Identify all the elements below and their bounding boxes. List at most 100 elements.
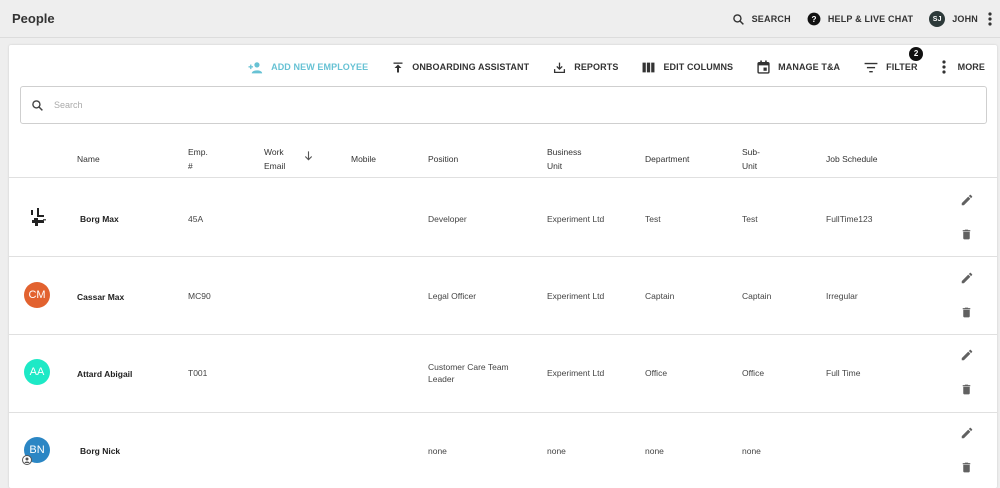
svg-text:?: ? — [811, 15, 816, 24]
employee-position-line1: Customer Care Team — [428, 362, 509, 372]
calendar-icon — [757, 60, 770, 74]
more-label: MORE — [957, 62, 985, 72]
more-button[interactable]: MORE — [941, 60, 985, 74]
help-chat-button[interactable]: ? HELP & LIVE CHAT — [807, 12, 913, 26]
employee-name[interactable]: Cassar Max — [77, 291, 124, 303]
delete-icon[interactable] — [960, 382, 973, 397]
table-header: Name Emp. # Work Email Mobile Position B… — [9, 140, 997, 178]
employee-sub-unit: Captain — [742, 291, 772, 301]
employee-sub-unit: Office — [742, 368, 765, 378]
help-icon: ? — [807, 12, 821, 26]
employee-emp-no: T001 — [188, 368, 208, 378]
employee-avatar: AA — [24, 359, 50, 385]
col-header-job-schedule[interactable]: Job Schedule — [826, 152, 878, 166]
user-name: JOHN — [952, 14, 978, 24]
manage-ta-button[interactable]: MANAGE T&A — [757, 60, 840, 74]
columns-icon — [642, 62, 655, 72]
toolbar: ADD NEW EMPLOYEE ONBOARDING ASSISTANT RE… — [223, 46, 985, 76]
col-header-position[interactable]: Position — [428, 152, 458, 166]
employee-position: Customer Care Team Leader — [428, 361, 509, 385]
employee-position: Developer — [428, 213, 467, 225]
col-header-sub-line1: Sub- — [742, 147, 760, 157]
status-icon — [22, 455, 32, 465]
employee-business-unit: none — [547, 446, 566, 456]
employee-emp-no: MC90 — [188, 291, 211, 301]
filter-count-badge: 2 — [909, 46, 924, 61]
kebab-icon — [941, 60, 946, 74]
onboarding-button[interactable]: ONBOARDING ASSISTANT — [392, 61, 529, 74]
col-header-business-unit[interactable]: Business Unit — [547, 145, 582, 173]
search-icon — [32, 99, 43, 111]
col-header-emp-no[interactable]: Emp. # — [188, 145, 208, 173]
employee-name[interactable]: Attard Abigail — [77, 368, 132, 380]
table-row[interactable]: BN Borg Nick none none none none — [9, 413, 997, 488]
add-employee-button[interactable]: ADD NEW EMPLOYEE — [247, 61, 368, 74]
search-button-label: SEARCH — [751, 14, 791, 24]
employee-name[interactable]: Borg Nick — [80, 445, 120, 457]
col-header-mobile[interactable]: Mobile — [351, 152, 376, 166]
kebab-icon — [988, 12, 992, 26]
employee-department: Test — [645, 214, 661, 224]
edit-icon[interactable] — [960, 193, 974, 207]
table-row[interactable]: AA Attard Abigail T001 Customer Care Tea… — [9, 335, 997, 413]
search-icon — [732, 13, 744, 25]
filter-label: FILTER — [886, 62, 918, 72]
employee-position-line1: Developer — [428, 214, 467, 224]
edit-icon[interactable] — [960, 426, 974, 440]
employee-job-schedule: Full Time — [826, 368, 861, 378]
table-row[interactable]: CM Cassar Max MC90 Legal Officer Experim… — [9, 257, 997, 335]
add-employee-label: ADD NEW EMPLOYEE — [271, 62, 369, 72]
employee-emp-no: 45A — [188, 214, 204, 224]
employee-avatar: CM — [24, 282, 50, 308]
edit-icon[interactable] — [960, 348, 974, 362]
edit-icon[interactable] — [960, 271, 974, 285]
edit-columns-button[interactable]: EDIT COLUMNS — [642, 62, 733, 73]
people-card: ADD NEW EMPLOYEE ONBOARDING ASSISTANT RE… — [9, 45, 997, 488]
table-row[interactable]: Borg Max 45A Developer Experiment Ltd Te… — [9, 179, 997, 257]
add-person-icon — [248, 61, 263, 73]
employee-business-unit: Experiment Ltd — [547, 214, 605, 224]
employee-sub-unit: none — [742, 446, 761, 456]
onboarding-label: ONBOARDING ASSISTANT — [412, 62, 530, 72]
col-header-emp-no-line1: Emp. — [188, 147, 208, 157]
col-header-department[interactable]: Department — [645, 152, 689, 166]
filter-button[interactable]: FILTER 2 — [864, 46, 924, 73]
employee-department: Office — [645, 368, 668, 378]
search-box[interactable] — [20, 86, 987, 124]
col-header-bu-line2: Unit — [547, 161, 563, 171]
employee-business-unit: Experiment Ltd — [547, 291, 605, 301]
user-avatar: SJ — [929, 11, 946, 27]
top-bar: People SEARCH ? HELP & LIVE CHAT SJ JOHN — [0, 0, 1000, 38]
sort-down-icon[interactable] — [303, 150, 314, 162]
delete-icon[interactable] — [960, 305, 973, 320]
employee-job-schedule: FullTime123 — [826, 214, 873, 224]
employee-position-line1: Legal Officer — [428, 291, 477, 301]
delete-icon[interactable] — [960, 227, 973, 242]
col-header-sub-line2: Unit — [742, 161, 758, 171]
search-button[interactable]: SEARCH — [732, 13, 791, 26]
page-title: People — [12, 11, 55, 26]
employee-position-line2: Leader — [428, 374, 455, 384]
col-header-sub-unit[interactable]: Sub- Unit — [742, 145, 760, 173]
filter-icon — [864, 62, 878, 72]
search-input[interactable] — [54, 100, 854, 110]
col-header-name[interactable]: Name — [77, 152, 100, 166]
user-menu[interactable]: SJ JOHN — [929, 11, 978, 27]
col-header-work-email[interactable]: Work Email — [264, 145, 285, 173]
upload-icon — [393, 62, 403, 72]
employee-sub-unit: Test — [742, 214, 758, 224]
photo-avatar — [31, 208, 46, 226]
reports-label: REPORTS — [574, 62, 619, 72]
reports-button[interactable]: REPORTS — [553, 61, 618, 74]
help-chat-label: HELP & LIVE CHAT — [827, 14, 914, 24]
employee-name[interactable]: Borg Max — [80, 213, 119, 225]
download-icon — [554, 62, 566, 73]
top-more-button[interactable] — [988, 12, 992, 26]
employee-department: Captain — [645, 291, 675, 301]
edit-columns-label: EDIT COLUMNS — [663, 62, 734, 72]
col-header-emp-no-line2: # — [188, 161, 193, 171]
col-header-email-line2: Email — [264, 161, 286, 171]
manage-ta-label: MANAGE T&A — [778, 62, 841, 72]
delete-icon[interactable] — [960, 460, 973, 475]
employee-position: Legal Officer — [428, 290, 476, 302]
